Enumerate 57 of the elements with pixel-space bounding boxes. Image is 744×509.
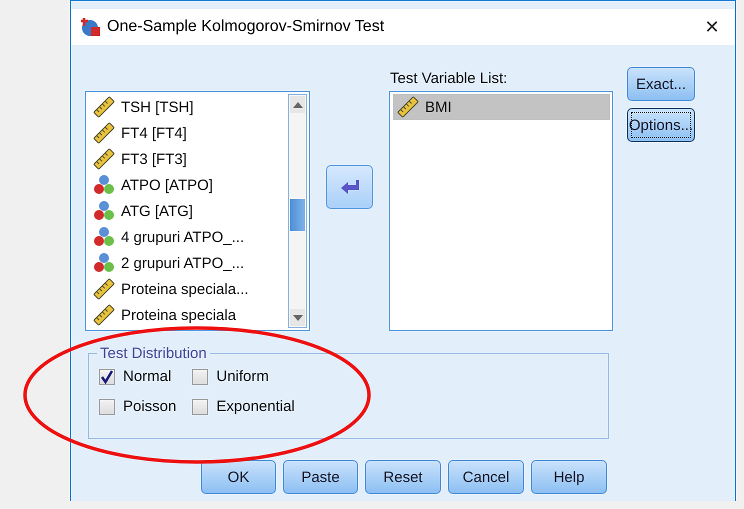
move-arrow-button[interactable] <box>326 165 373 209</box>
window-title: One-Sample Kolmogorov-Smirnov Test <box>107 18 386 36</box>
dialog-button[interactable]: Reset <box>365 460 441 494</box>
variable-item[interactable]: BMI <box>393 94 610 120</box>
test-variable-list[interactable]: BMI <box>389 91 613 331</box>
dialog-button[interactable]: Paste <box>283 460 358 494</box>
variable-label: ATG [ATG] <box>121 202 193 220</box>
scrollbar[interactable] <box>288 94 307 328</box>
dialog-button[interactable]: Exact... <box>627 67 695 101</box>
checkbox[interactable] <box>192 398 208 414</box>
distribution-checkbox[interactable]: Normal <box>99 368 176 385</box>
variable-label: ATPO [ATPO] <box>121 176 213 194</box>
distribution-checkbox[interactable]: Poisson <box>99 398 176 415</box>
dialog-button[interactable]: Cancel <box>448 460 524 494</box>
scroll-thumb[interactable] <box>290 199 305 231</box>
variable-label: FT4 [FT4] <box>121 124 187 142</box>
checkbox-label: Exponential <box>216 398 295 415</box>
variable-label: 2 grupuri ATPO_... <box>121 254 244 272</box>
checkbox[interactable] <box>192 368 208 384</box>
variable-item[interactable]: TSH [TSH] <box>89 94 289 120</box>
variable-label: BMI <box>425 98 452 116</box>
checkbox-label: Poisson <box>123 398 176 415</box>
variable-item[interactable]: 4 grupuri ATPO_... <box>89 224 289 250</box>
dialog-button[interactable]: Options... <box>627 108 695 142</box>
dialog-button[interactable]: OK <box>201 460 276 494</box>
variable-list[interactable]: TSH [TSH] FT4 [FT4] FT3 [FT3] ATPO [ATPO] ATG [ATG] 4 grupuri ATPO_... 2 grupuri ATPO_... Proteina speciala... Proteina speciala <box>85 91 310 331</box>
scroll-down-icon[interactable] <box>290 309 305 326</box>
variable-item[interactable]: 2 grupuri ATPO_... <box>89 250 289 276</box>
variable-item[interactable]: ATG [ATG] <box>89 198 289 224</box>
variable-label: Proteina speciala <box>121 306 236 324</box>
variable-label: TSH [TSH] <box>121 98 194 116</box>
variable-item[interactable]: Proteina speciala... <box>89 276 289 302</box>
check-icon <box>100 370 114 384</box>
three-balls-icon <box>93 174 115 196</box>
app-icon <box>81 17 101 37</box>
three-balls-icon <box>93 252 115 274</box>
close-button[interactable]: ✕ <box>697 12 727 42</box>
list-label: Test Variable List: <box>389 69 508 89</box>
checkbox[interactable] <box>99 398 115 414</box>
variable-label: Proteina speciala... <box>121 280 249 298</box>
dialog-button[interactable]: Help <box>531 460 607 494</box>
group-legend: Test Distribution <box>97 345 210 362</box>
variable-item[interactable]: ATPO [ATPO] <box>89 172 289 198</box>
checkbox-label: Normal <box>123 368 172 385</box>
distribution-checkbox[interactable]: Uniform <box>192 368 295 385</box>
checkbox-label: Uniform <box>216 368 269 385</box>
checkbox[interactable] <box>99 368 115 384</box>
variable-item[interactable]: Proteina speciala <box>89 302 289 328</box>
three-balls-icon <box>93 200 115 222</box>
variable-label: FT3 [FT3] <box>121 150 187 168</box>
arrow-icon <box>340 180 358 194</box>
variable-label: 4 grupuri ATPO_... <box>121 228 244 246</box>
variable-item[interactable]: FT4 [FT4] <box>89 120 289 146</box>
scroll-up-icon[interactable] <box>290 96 305 113</box>
variable-item[interactable]: FT3 [FT3] <box>89 146 289 172</box>
three-balls-icon <box>93 226 115 248</box>
distribution-checkbox[interactable]: Exponential <box>192 398 295 415</box>
